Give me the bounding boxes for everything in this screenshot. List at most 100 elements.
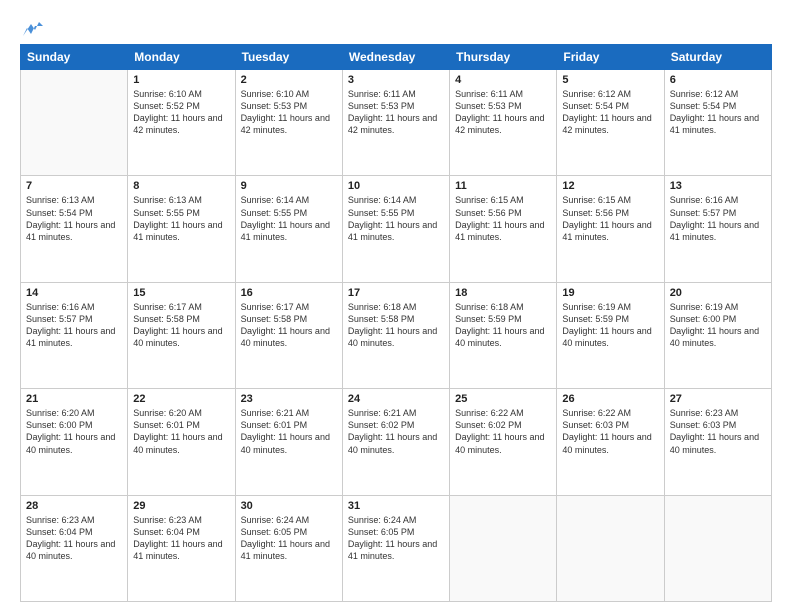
day-number: 23 <box>241 393 337 405</box>
table-row <box>450 495 557 601</box>
day-info: Sunrise: 6:11 AM Sunset: 5:53 PM Dayligh… <box>348 88 444 137</box>
day-info: Sunrise: 6:16 AM Sunset: 5:57 PM Dayligh… <box>26 301 122 350</box>
table-row: 3 Sunrise: 6:11 AM Sunset: 5:53 PM Daylig… <box>342 70 449 176</box>
day-number: 29 <box>133 500 229 512</box>
day-info: Sunrise: 6:21 AM Sunset: 6:02 PM Dayligh… <box>348 407 444 456</box>
day-number: 5 <box>562 74 658 86</box>
table-row <box>664 495 771 601</box>
day-number: 22 <box>133 393 229 405</box>
day-number: 15 <box>133 287 229 299</box>
day-info: Sunrise: 6:15 AM Sunset: 5:56 PM Dayligh… <box>455 194 551 243</box>
day-info: Sunrise: 6:20 AM Sunset: 6:01 PM Dayligh… <box>133 407 229 456</box>
day-number: 26 <box>562 393 658 405</box>
day-number: 30 <box>241 500 337 512</box>
table-row: 5 Sunrise: 6:12 AM Sunset: 5:54 PM Daylig… <box>557 70 664 176</box>
page: Sunday Monday Tuesday Wednesday Thursday… <box>0 0 792 612</box>
table-row: 24 Sunrise: 6:21 AM Sunset: 6:02 PM Dayli… <box>342 389 449 495</box>
table-row <box>21 70 128 176</box>
day-info: Sunrise: 6:16 AM Sunset: 5:57 PM Dayligh… <box>670 194 766 243</box>
day-number: 24 <box>348 393 444 405</box>
calendar-week-row: 1Sunrise: 6:10 AM Sunset: 5:52 PM Daylig… <box>21 70 772 176</box>
day-info: Sunrise: 6:19 AM Sunset: 5:59 PM Dayligh… <box>562 301 658 350</box>
day-number: 7 <box>26 180 122 192</box>
header-thursday: Thursday <box>450 45 557 70</box>
calendar-week-row: 7 Sunrise: 6:13 AM Sunset: 5:54 PM Daylig… <box>21 176 772 282</box>
day-info: Sunrise: 6:17 AM Sunset: 5:58 PM Dayligh… <box>133 301 229 350</box>
day-number: 8 <box>133 180 229 192</box>
table-row: 28Sunrise: 6:23 AM Sunset: 6:04 PM Dayli… <box>21 495 128 601</box>
day-number: 10 <box>348 180 444 192</box>
day-number: 16 <box>241 287 337 299</box>
day-info: Sunrise: 6:11 AM Sunset: 5:53 PM Dayligh… <box>455 88 551 137</box>
table-row: 26 Sunrise: 6:22 AM Sunset: 6:03 PM Dayli… <box>557 389 664 495</box>
table-row: 12 Sunrise: 6:15 AM Sunset: 5:56 PM Dayli… <box>557 176 664 282</box>
day-info: Sunrise: 6:13 AM Sunset: 5:55 PM Dayligh… <box>133 194 229 243</box>
day-number: 17 <box>348 287 444 299</box>
table-row: 4 Sunrise: 6:11 AM Sunset: 5:53 PM Daylig… <box>450 70 557 176</box>
day-number: 12 <box>562 180 658 192</box>
day-number: 6 <box>670 74 766 86</box>
day-number: 11 <box>455 180 551 192</box>
table-row: 1Sunrise: 6:10 AM Sunset: 5:52 PM Daylig… <box>128 70 235 176</box>
header-wednesday: Wednesday <box>342 45 449 70</box>
day-info: Sunrise: 6:15 AM Sunset: 5:56 PM Dayligh… <box>562 194 658 243</box>
day-info: Sunrise: 6:10 AM Sunset: 5:52 PM Dayligh… <box>133 88 229 137</box>
day-info: Sunrise: 6:23 AM Sunset: 6:04 PM Dayligh… <box>133 514 229 563</box>
day-number: 9 <box>241 180 337 192</box>
table-row: 17Sunrise: 6:18 AM Sunset: 5:58 PM Dayli… <box>342 282 449 388</box>
table-row: 13 Sunrise: 6:16 AM Sunset: 5:57 PM Dayli… <box>664 176 771 282</box>
table-row: 20Sunrise: 6:19 AM Sunset: 6:00 PM Dayli… <box>664 282 771 388</box>
table-row: 27 Sunrise: 6:23 AM Sunset: 6:03 PM Dayli… <box>664 389 771 495</box>
day-info: Sunrise: 6:19 AM Sunset: 6:00 PM Dayligh… <box>670 301 766 350</box>
calendar-week-row: 21 Sunrise: 6:20 AM Sunset: 6:00 PM Dayli… <box>21 389 772 495</box>
day-info: Sunrise: 6:20 AM Sunset: 6:00 PM Dayligh… <box>26 407 122 456</box>
table-row: 31 Sunrise: 6:24 AM Sunset: 6:05 PM Dayli… <box>342 495 449 601</box>
day-number: 4 <box>455 74 551 86</box>
header-tuesday: Tuesday <box>235 45 342 70</box>
table-row: 29 Sunrise: 6:23 AM Sunset: 6:04 PM Dayli… <box>128 495 235 601</box>
day-number: 31 <box>348 500 444 512</box>
day-info: Sunrise: 6:23 AM Sunset: 6:03 PM Dayligh… <box>670 407 766 456</box>
day-number: 19 <box>562 287 658 299</box>
logo <box>20 20 43 34</box>
day-info: Sunrise: 6:12 AM Sunset: 5:54 PM Dayligh… <box>670 88 766 137</box>
calendar-week-row: 14Sunrise: 6:16 AM Sunset: 5:57 PM Dayli… <box>21 282 772 388</box>
table-row: 23 Sunrise: 6:21 AM Sunset: 6:01 PM Dayli… <box>235 389 342 495</box>
day-info: Sunrise: 6:13 AM Sunset: 5:54 PM Dayligh… <box>26 194 122 243</box>
day-number: 3 <box>348 74 444 86</box>
header-friday: Friday <box>557 45 664 70</box>
day-number: 27 <box>670 393 766 405</box>
day-number: 28 <box>26 500 122 512</box>
day-info: Sunrise: 6:12 AM Sunset: 5:54 PM Dayligh… <box>562 88 658 137</box>
table-row: 19 Sunrise: 6:19 AM Sunset: 5:59 PM Dayli… <box>557 282 664 388</box>
table-row: 16Sunrise: 6:17 AM Sunset: 5:58 PM Dayli… <box>235 282 342 388</box>
day-info: Sunrise: 6:18 AM Sunset: 5:59 PM Dayligh… <box>455 301 551 350</box>
table-row: 8 Sunrise: 6:13 AM Sunset: 5:55 PM Daylig… <box>128 176 235 282</box>
table-row: 14Sunrise: 6:16 AM Sunset: 5:57 PM Dayli… <box>21 282 128 388</box>
day-info: Sunrise: 6:24 AM Sunset: 6:05 PM Dayligh… <box>348 514 444 563</box>
day-info: Sunrise: 6:24 AM Sunset: 6:05 PM Dayligh… <box>241 514 337 563</box>
table-row: 7 Sunrise: 6:13 AM Sunset: 5:54 PM Daylig… <box>21 176 128 282</box>
table-row: 2 Sunrise: 6:10 AM Sunset: 5:53 PM Daylig… <box>235 70 342 176</box>
header-monday: Monday <box>128 45 235 70</box>
table-row: 11 Sunrise: 6:15 AM Sunset: 5:56 PM Dayli… <box>450 176 557 282</box>
day-info: Sunrise: 6:10 AM Sunset: 5:53 PM Dayligh… <box>241 88 337 137</box>
day-info: Sunrise: 6:14 AM Sunset: 5:55 PM Dayligh… <box>241 194 337 243</box>
table-row: 21 Sunrise: 6:20 AM Sunset: 6:00 PM Dayli… <box>21 389 128 495</box>
table-row: 30 Sunrise: 6:24 AM Sunset: 6:05 PM Dayli… <box>235 495 342 601</box>
header-sunday: Sunday <box>21 45 128 70</box>
table-row: 18Sunrise: 6:18 AM Sunset: 5:59 PM Dayli… <box>450 282 557 388</box>
day-info: Sunrise: 6:14 AM Sunset: 5:55 PM Dayligh… <box>348 194 444 243</box>
header-saturday: Saturday <box>664 45 771 70</box>
day-number: 21 <box>26 393 122 405</box>
day-info: Sunrise: 6:22 AM Sunset: 6:03 PM Dayligh… <box>562 407 658 456</box>
day-number: 13 <box>670 180 766 192</box>
table-row: 15 Sunrise: 6:17 AM Sunset: 5:58 PM Dayli… <box>128 282 235 388</box>
day-number: 2 <box>241 74 337 86</box>
logo-bird-icon <box>21 20 43 38</box>
table-row: 10 Sunrise: 6:14 AM Sunset: 5:55 PM Dayli… <box>342 176 449 282</box>
day-info: Sunrise: 6:21 AM Sunset: 6:01 PM Dayligh… <box>241 407 337 456</box>
calendar-week-row: 28 Sunrise: 6:23 AM Sunset: 6:04 PM Dayli… <box>21 495 772 601</box>
table-row: 22 Sunrise: 6:20 AM Sunset: 6:01 PM Dayli… <box>128 389 235 495</box>
day-number: 25 <box>455 393 551 405</box>
